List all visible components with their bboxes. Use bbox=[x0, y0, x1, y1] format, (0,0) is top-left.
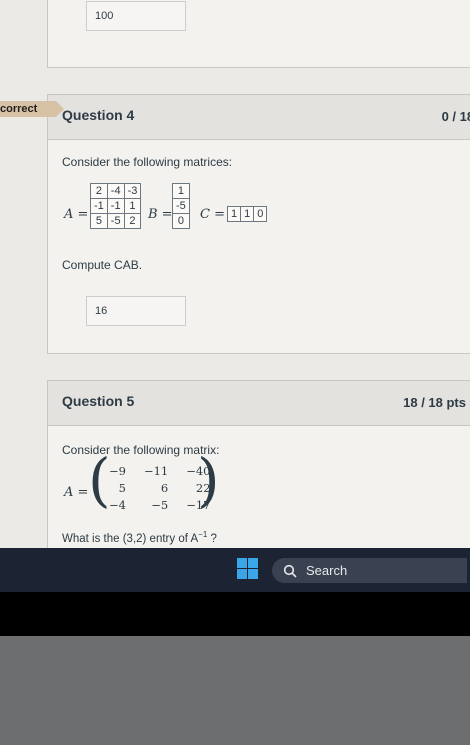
question-5-points: 18 / 18 pts bbox=[403, 395, 466, 410]
matrix-a-label: A = bbox=[64, 207, 89, 222]
matrix-cell: −4 bbox=[109, 498, 126, 512]
matrix-b-grid: 1 -5 0 bbox=[172, 183, 190, 229]
monitor-stand-area bbox=[0, 636, 470, 745]
question-5-text-main: What is the (3,2) entry of A bbox=[62, 532, 199, 545]
matrix-row: 2 -4 -3 bbox=[90, 183, 142, 199]
matrix-c-label: C = bbox=[200, 207, 225, 222]
question-5-text: What is the (3,2) entry of A−1 ? bbox=[62, 530, 217, 545]
quiz-page: 100 Question 4 0 / 18 pt Consider the fo… bbox=[0, 0, 470, 548]
matrix-cell: 0 bbox=[172, 213, 190, 229]
matrix-row: -1 -1 1 bbox=[90, 198, 142, 214]
question-4-instruction: Compute CAB. bbox=[62, 258, 143, 272]
previous-answer-value: 100 bbox=[95, 10, 114, 22]
matrix-cell: 1 bbox=[123, 198, 142, 214]
matrix-cell: 5 bbox=[90, 213, 108, 229]
matrix-a-grid: 2 -4 -3 -1 -1 1 5 -5 2 bbox=[90, 183, 142, 229]
status-badge: correct bbox=[0, 101, 64, 117]
taskbar: Search bbox=[0, 548, 470, 592]
matrix-label: A = bbox=[64, 485, 89, 500]
question-5-title: Question 5 bbox=[62, 393, 135, 409]
matrix-cell: -5 bbox=[106, 213, 125, 229]
matrix-cell: −9 bbox=[109, 464, 126, 478]
previous-answer-field[interactable]: 100 bbox=[86, 1, 186, 31]
question-4-prompt: Consider the following matrices: bbox=[62, 155, 233, 169]
previous-question-frame: 100 bbox=[47, 0, 470, 68]
matrix-cell: 2 bbox=[90, 183, 108, 199]
taskbar-search-button[interactable]: Search bbox=[272, 558, 467, 583]
question-4-header: Question 4 0 / 18 pt bbox=[48, 95, 470, 140]
windows-start-icon[interactable] bbox=[237, 558, 258, 579]
matrix-cell: -5 bbox=[172, 198, 190, 214]
question-4-answer-field[interactable]: 16 bbox=[86, 296, 186, 326]
matrix-row: 5 -5 2 bbox=[90, 213, 142, 229]
matrix-cell: 5 bbox=[118, 481, 126, 495]
matrix-cell: 0 bbox=[253, 206, 268, 222]
search-icon bbox=[283, 564, 297, 578]
question-4-frame: Question 4 0 / 18 pt Consider the follow… bbox=[47, 94, 470, 354]
question-5-prompt: Consider the following matrix: bbox=[62, 443, 220, 457]
right-parenthesis: ) bbox=[197, 446, 220, 514]
inverse-superscript: −1 bbox=[198, 530, 208, 539]
question-4-answer-value: 16 bbox=[95, 305, 108, 317]
matrix-row: 110 bbox=[226, 206, 268, 222]
matrix-c-grid: 110 bbox=[226, 206, 268, 222]
matrix-row: -5 bbox=[172, 198, 190, 214]
question-5-text-end: ? bbox=[207, 532, 217, 545]
status-badge-label: correct bbox=[0, 103, 38, 115]
matrix-cell: -3 bbox=[123, 183, 142, 199]
matrix-cell: −11 bbox=[143, 464, 169, 478]
question-5-frame: Question 5 18 / 18 pts Consider the foll… bbox=[47, 380, 470, 548]
question-5-header: Question 5 18 / 18 pts bbox=[48, 381, 470, 426]
matrix-cell: -1 bbox=[106, 198, 125, 214]
matrix-cell: -1 bbox=[90, 198, 108, 214]
search-label: Search bbox=[306, 563, 348, 578]
matrix-cell: 1 bbox=[240, 206, 255, 222]
matrix-row: 1 bbox=[172, 183, 190, 199]
question-4-points: 0 / 18 pt bbox=[441, 109, 470, 124]
matrix-row: 0 bbox=[172, 213, 190, 229]
matrix-cell: 6 bbox=[160, 481, 169, 495]
matrix-b-label: B = bbox=[148, 207, 173, 222]
matrix-cell: 1 bbox=[172, 183, 190, 199]
question-4-title: Question 4 bbox=[62, 107, 135, 123]
matrix-cell: 2 bbox=[123, 213, 142, 229]
matrix-cell: −5 bbox=[151, 498, 169, 512]
matrix-cell: -4 bbox=[106, 183, 125, 199]
matrix-cell: 1 bbox=[226, 206, 242, 222]
